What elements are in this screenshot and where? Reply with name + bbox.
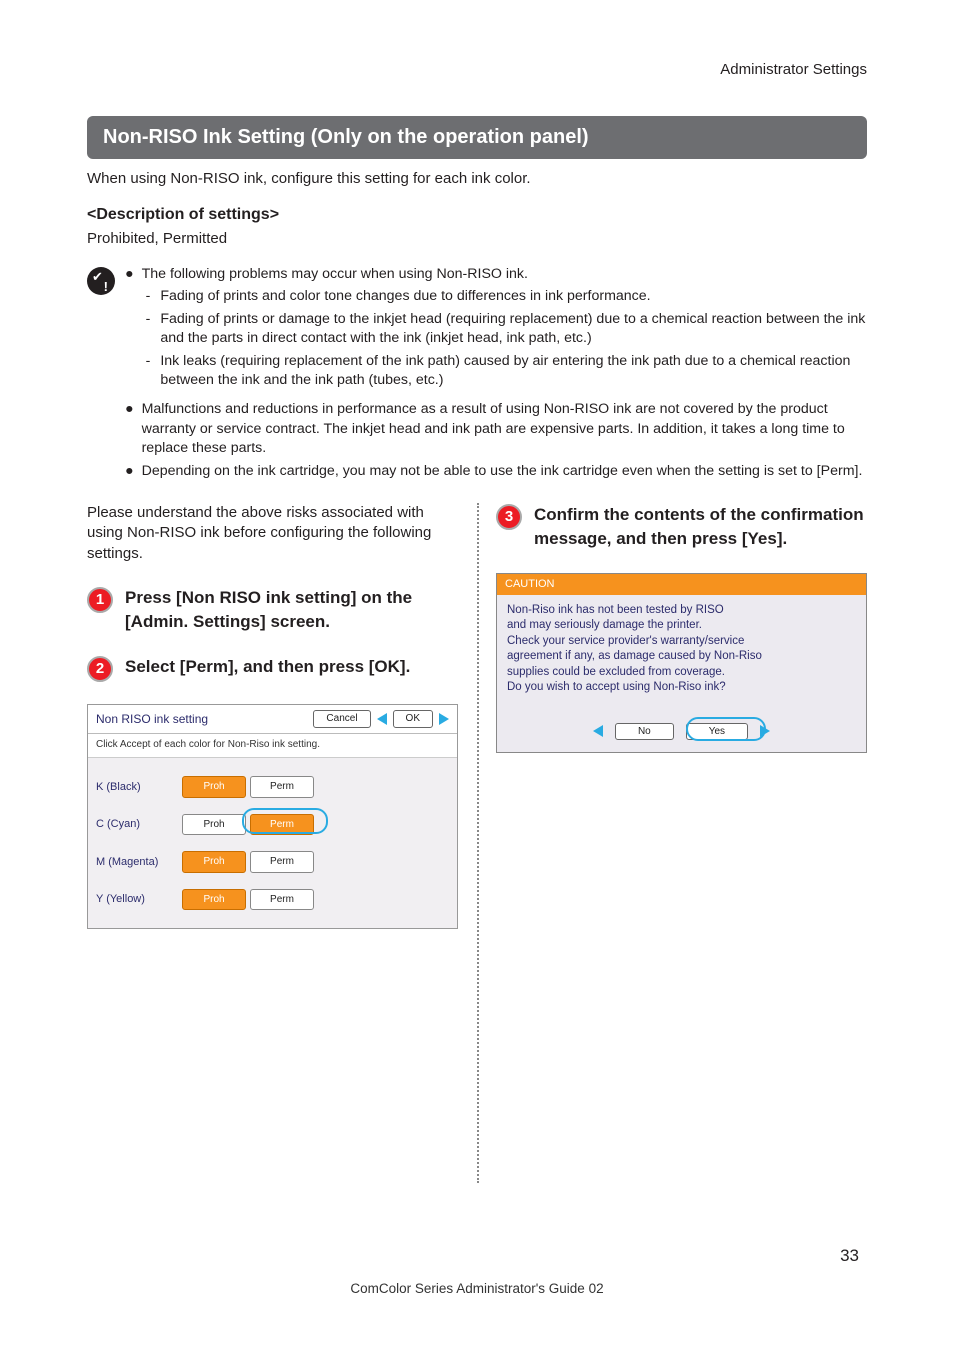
arrow-right-icon [439, 713, 449, 725]
bullet-icon: ● [125, 400, 134, 458]
caution-s2: Fading of prints or damage to the inkjet… [160, 310, 867, 348]
caution-b3: Depending on the ink cartridge, you may … [142, 462, 867, 481]
description-values: Prohibited, Permitted [87, 229, 867, 249]
page-number: 33 [840, 1245, 859, 1268]
intro-text: When using Non-RISO ink, configure this … [87, 169, 867, 189]
column-divider [477, 503, 479, 1183]
caution-dialog: CAUTION Non-Riso ink has not been tested… [496, 573, 867, 753]
dash-icon: - [146, 310, 151, 348]
footer-text: ComColor Series Administrator's Guide 02 [0, 1280, 954, 1298]
arrow-right-icon [760, 725, 770, 737]
ink-rows: K (Black) Proh Perm C (Cyan) Proh Perm [88, 758, 457, 928]
perm-button[interactable]: Perm [250, 814, 314, 836]
panel-subtitle: Click Accept of each color for Non-Riso … [88, 734, 457, 759]
ink-label: K (Black) [96, 780, 164, 795]
page-title: Non-RISO Ink Setting (Only on the operat… [87, 116, 867, 159]
caution-b2: Malfunctions and reductions in performan… [142, 400, 867, 458]
ink-label: M (Magenta) [96, 855, 164, 870]
caution-s3: Ink leaks (requiring replacement of the … [160, 352, 867, 390]
perm-button[interactable]: Perm [250, 776, 314, 798]
perm-button[interactable]: Perm [250, 889, 314, 911]
dialog-line: supplies could be excluded from coverage… [507, 665, 856, 681]
ink-row-c: C (Cyan) Proh Perm [96, 814, 449, 836]
arrow-left-icon [377, 713, 387, 725]
step-1-text: Press [Non RISO ink setting] on the [Adm… [125, 586, 458, 634]
arrow-left-icon [593, 725, 603, 737]
ink-row-m: M (Magenta) Proh Perm [96, 851, 449, 873]
lead-paragraph: Please understand the above risks associ… [87, 503, 458, 564]
panel-title: Non RISO ink setting [96, 711, 208, 727]
ink-label: C (Cyan) [96, 817, 164, 832]
dialog-line: Do you wish to accept using Non-Riso ink… [507, 680, 856, 696]
dialog-line: and may seriously damage the printer. [507, 618, 856, 634]
step-2: 2 Select [Perm], and then press [OK]. [87, 655, 458, 682]
dialog-line: Non-Riso ink has not been tested by RISO [507, 603, 856, 619]
dash-icon: - [146, 287, 151, 306]
ink-label: Y (Yellow) [96, 892, 164, 907]
step-number-badge: 1 [87, 587, 113, 613]
step-1: 1 Press [Non RISO ink setting] on the [A… [87, 586, 458, 634]
breadcrumb: Administrator Settings [87, 60, 867, 80]
dialog-line: agreement if any, as damage caused by No… [507, 649, 856, 665]
ok-button[interactable]: OK [393, 710, 433, 728]
no-button[interactable]: No [615, 723, 674, 741]
description-heading: <Description of settings> [87, 204, 867, 226]
dialog-line: Check your service provider's warranty/s… [507, 634, 856, 650]
bullet-icon: ● [125, 265, 134, 396]
caution-icon [87, 267, 115, 295]
step-3: 3 Confirm the contents of the confirmati… [496, 503, 867, 551]
step-2-text: Select [Perm], and then press [OK]. [125, 655, 458, 682]
bullet-icon: ● [125, 462, 134, 481]
step-number-badge: 2 [87, 656, 113, 682]
dash-icon: - [146, 352, 151, 390]
dialog-title: CAUTION [497, 574, 866, 595]
proh-button[interactable]: Proh [182, 851, 246, 873]
proh-button[interactable]: Proh [182, 889, 246, 911]
caution-s1: Fading of prints and color tone changes … [160, 287, 650, 306]
step-number-badge: 3 [496, 504, 522, 530]
proh-button[interactable]: Proh [182, 776, 246, 798]
ink-setting-panel: Non RISO ink setting Cancel OK Click Acc… [87, 704, 458, 929]
caution-b1: The following problems may occur when us… [142, 266, 528, 282]
caution-block: ● The following problems may occur when … [87, 265, 867, 485]
cancel-button[interactable]: Cancel [313, 710, 370, 728]
ink-row-k: K (Black) Proh Perm [96, 776, 449, 798]
perm-button[interactable]: Perm [250, 851, 314, 873]
step-3-text: Confirm the contents of the confirmation… [534, 503, 867, 551]
yes-button[interactable]: Yes [686, 723, 748, 741]
proh-button[interactable]: Proh [182, 814, 246, 836]
ink-row-y: Y (Yellow) Proh Perm [96, 889, 449, 911]
dialog-body: Non-Riso ink has not been tested by RISO… [497, 595, 866, 715]
